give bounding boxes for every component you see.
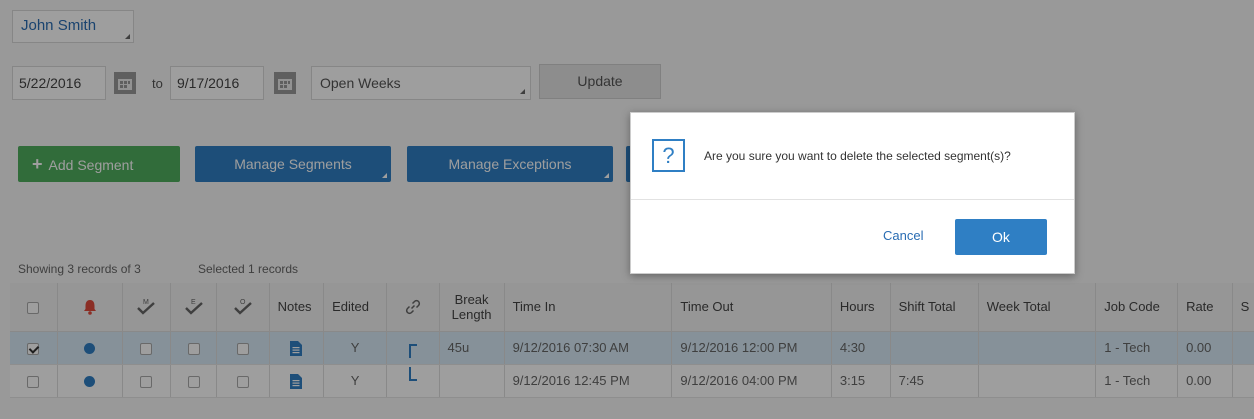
dialog-divider (631, 199, 1074, 200)
cancel-button[interactable]: Cancel (883, 228, 923, 243)
question-icon: ? (652, 139, 685, 172)
ok-button[interactable]: Ok (955, 219, 1047, 255)
dialog-message: Are you sure you want to delete the sele… (704, 149, 1011, 163)
delete-confirm-dialog: ? Are you sure you want to delete the se… (630, 112, 1075, 274)
